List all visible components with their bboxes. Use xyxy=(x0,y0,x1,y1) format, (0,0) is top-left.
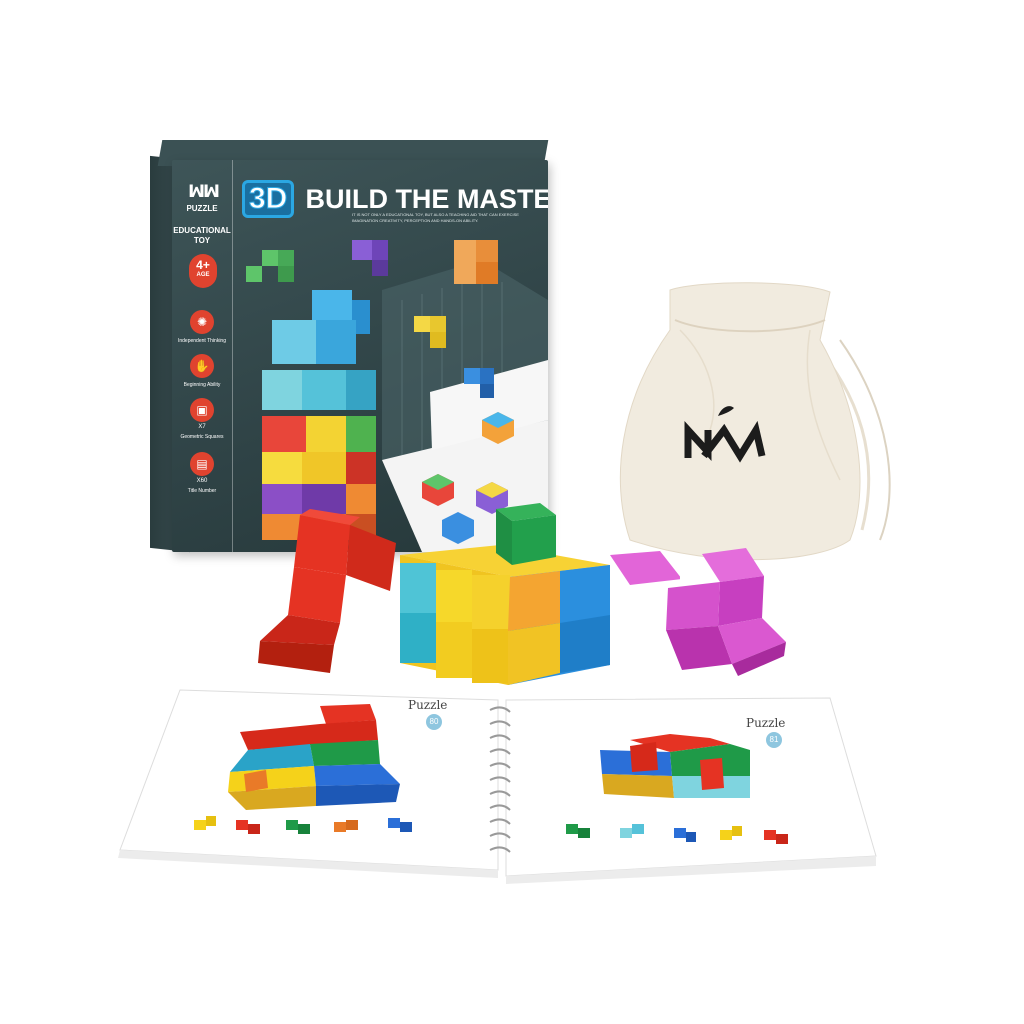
book-pages xyxy=(118,689,877,884)
feature-label: Beginning Ability xyxy=(183,382,221,388)
feature-label: Title Number xyxy=(187,488,217,494)
brand-label: PUZZLE xyxy=(186,204,218,213)
cube-icon: ▣ xyxy=(190,398,214,422)
brand-logo-icon: ꟽꟽ xyxy=(188,182,220,202)
feature-label: Independent Thinking xyxy=(177,338,226,344)
hand-icon: ✋ xyxy=(190,354,214,378)
category-label: EDUCATIONAL TOY xyxy=(173,226,231,245)
feature-label: Geometric Squares xyxy=(180,434,224,440)
cube-pieces xyxy=(258,503,680,685)
title-3d-badge: 3D xyxy=(242,180,295,218)
left-puzzle-label: Puzzle xyxy=(408,698,448,712)
left-puzzle-number: 80 xyxy=(426,714,442,730)
cards-icon: ▤ xyxy=(190,452,214,476)
puzzle-box: ꟽꟽ PUZZLE EDUCATIONAL TOY 4+ AGE ✺ Indep… xyxy=(172,160,548,552)
puzzle-book: Puzzle 80 Puzzle 81 xyxy=(110,680,880,890)
age-word: AGE xyxy=(196,272,210,278)
floating-piece xyxy=(246,250,294,282)
age-value: 4+ xyxy=(196,258,210,272)
red-piece xyxy=(258,509,396,673)
product-scene: ꟽꟽ PUZZLE EDUCATIONAL TOY 4+ AGE ✺ Indep… xyxy=(0,0,1024,1024)
box-left-strip: ꟽꟽ PUZZLE EDUCATIONAL TOY 4+ AGE ✺ Indep… xyxy=(172,160,233,552)
right-puzzle-number: 81 xyxy=(766,732,782,748)
feature-badge: X7 xyxy=(198,424,206,430)
right-puzzle-label: Puzzle xyxy=(746,716,786,730)
feature-badge: X60 xyxy=(196,478,208,484)
brain-icon: ✺ xyxy=(190,310,214,334)
magenta-cube-piece xyxy=(666,548,786,676)
floating-piece xyxy=(454,240,498,284)
floating-piece xyxy=(352,240,388,276)
assembled-cube xyxy=(400,503,610,685)
age-badge: 4+ AGE xyxy=(189,254,217,288)
